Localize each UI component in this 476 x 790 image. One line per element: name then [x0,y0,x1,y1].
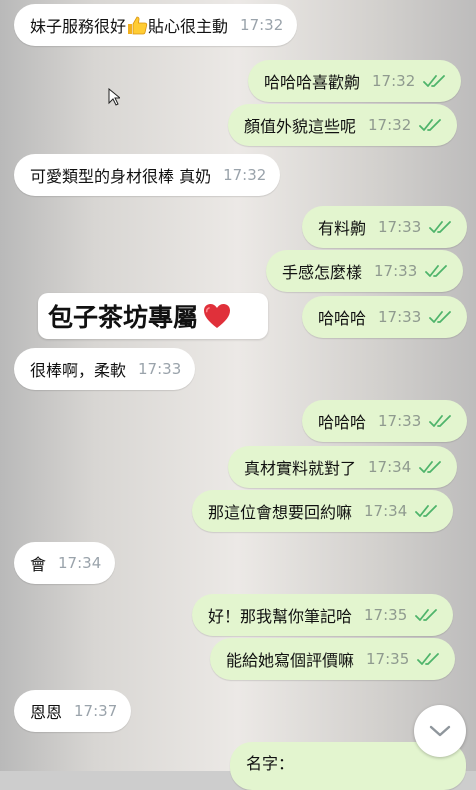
message-text: 好！那我幫你筆記哈 [208,607,353,626]
message-time: 17:33 [378,308,422,326]
message-text: 手感怎麼樣 [282,263,363,282]
shop-banner: 包子茶坊專屬 [38,293,268,339]
message-outgoing[interactable]: 哈哈哈 17:33 [302,400,468,442]
message-outgoing[interactable]: 哈哈哈喜歡齁 17:32 [248,60,462,102]
message-text: 哈哈哈喜歡齁 [264,73,361,92]
message-outgoing[interactable]: 手感怎麼樣 17:33 [266,250,464,292]
message-time: 17:32 [223,166,267,184]
double-check-icon [429,221,452,233]
message-time: 17:37 [74,702,118,720]
message-text: 會 [30,555,47,574]
message-incoming[interactable]: 會 17:34 [14,542,116,584]
message-text: 名字： [246,754,295,773]
message-time: 17:32 [240,16,284,34]
message-outgoing[interactable]: 有料齁 17:33 [302,206,468,248]
message-text: 可愛類型的身材很棒 真奶 [30,167,212,186]
message-outgoing[interactable]: 哈哈哈 17:33 [302,296,468,338]
message-outgoing[interactable]: 能給她寫個評價嘛 17:35 [210,638,456,680]
double-check-icon [415,505,438,517]
message-outgoing[interactable]: 顏值外貌這些呢 17:32 [228,104,458,146]
message-time: 17:34 [58,554,102,572]
message-time: 17:33 [374,262,418,280]
message-time: 17:33 [378,218,422,236]
message-text: 能給她寫個評價嘛 [226,651,355,670]
message-text: 真材實料就對了 [244,459,357,478]
message-time: 17:35 [364,606,408,624]
message-time: 17:33 [138,360,182,378]
message-text: 顏值外貌這些呢 [244,117,357,136]
double-check-icon [419,119,442,131]
message-time: 17:33 [378,412,422,430]
message-incoming[interactable]: 恩恩 17:37 [14,690,132,732]
message-time: 17:34 [364,502,408,520]
double-check-icon [415,609,438,621]
message-text: 哈哈哈 [318,309,367,328]
mouse-cursor-icon [108,88,120,106]
message-outgoing[interactable]: 真材實料就對了 17:34 [228,446,458,488]
message-text: 妹子服務很好 [30,17,127,36]
message-incoming[interactable]: 可愛類型的身材很棒 真奶 17:32 [14,154,281,196]
message-time: 17:32 [372,72,416,90]
double-check-icon [429,311,452,323]
message-text: 很棒啊，柔軟 [30,361,127,380]
message-time: 17:35 [366,650,410,668]
message-time: 17:32 [368,116,412,134]
chat-message-list[interactable]: 妹子服務很好 貼心很主動 17:32 哈哈哈喜歡齁 17:32 顏值外貌這些呢 1… [0,0,476,790]
double-check-icon [417,653,440,665]
double-check-icon [423,75,446,87]
message-text: 那這位會想要回約嘛 [208,503,353,522]
double-check-icon [429,415,452,427]
double-check-icon [419,461,442,473]
message-incoming[interactable]: 很棒啊，柔軟 17:33 [14,348,196,390]
message-time: 17:34 [368,458,412,476]
double-check-icon [425,265,448,277]
chevron-down-icon [429,725,451,737]
scroll-to-bottom-button[interactable] [414,705,466,757]
message-text-continued: 貼心很主動 [148,17,229,36]
banner-text: 包子茶坊專屬 [48,303,199,332]
heart-icon [204,304,231,328]
message-incoming[interactable]: 妹子服務很好 貼心很主動 17:32 [14,4,298,46]
message-text: 哈哈哈 [318,413,367,432]
message-outgoing[interactable]: 那這位會想要回約嘛 17:34 [192,490,454,532]
thumbs-up-icon [128,16,148,35]
message-text: 恩恩 [30,703,63,722]
message-outgoing[interactable]: 好！那我幫你筆記哈 17:35 [192,594,454,636]
message-text: 有料齁 [318,219,367,238]
